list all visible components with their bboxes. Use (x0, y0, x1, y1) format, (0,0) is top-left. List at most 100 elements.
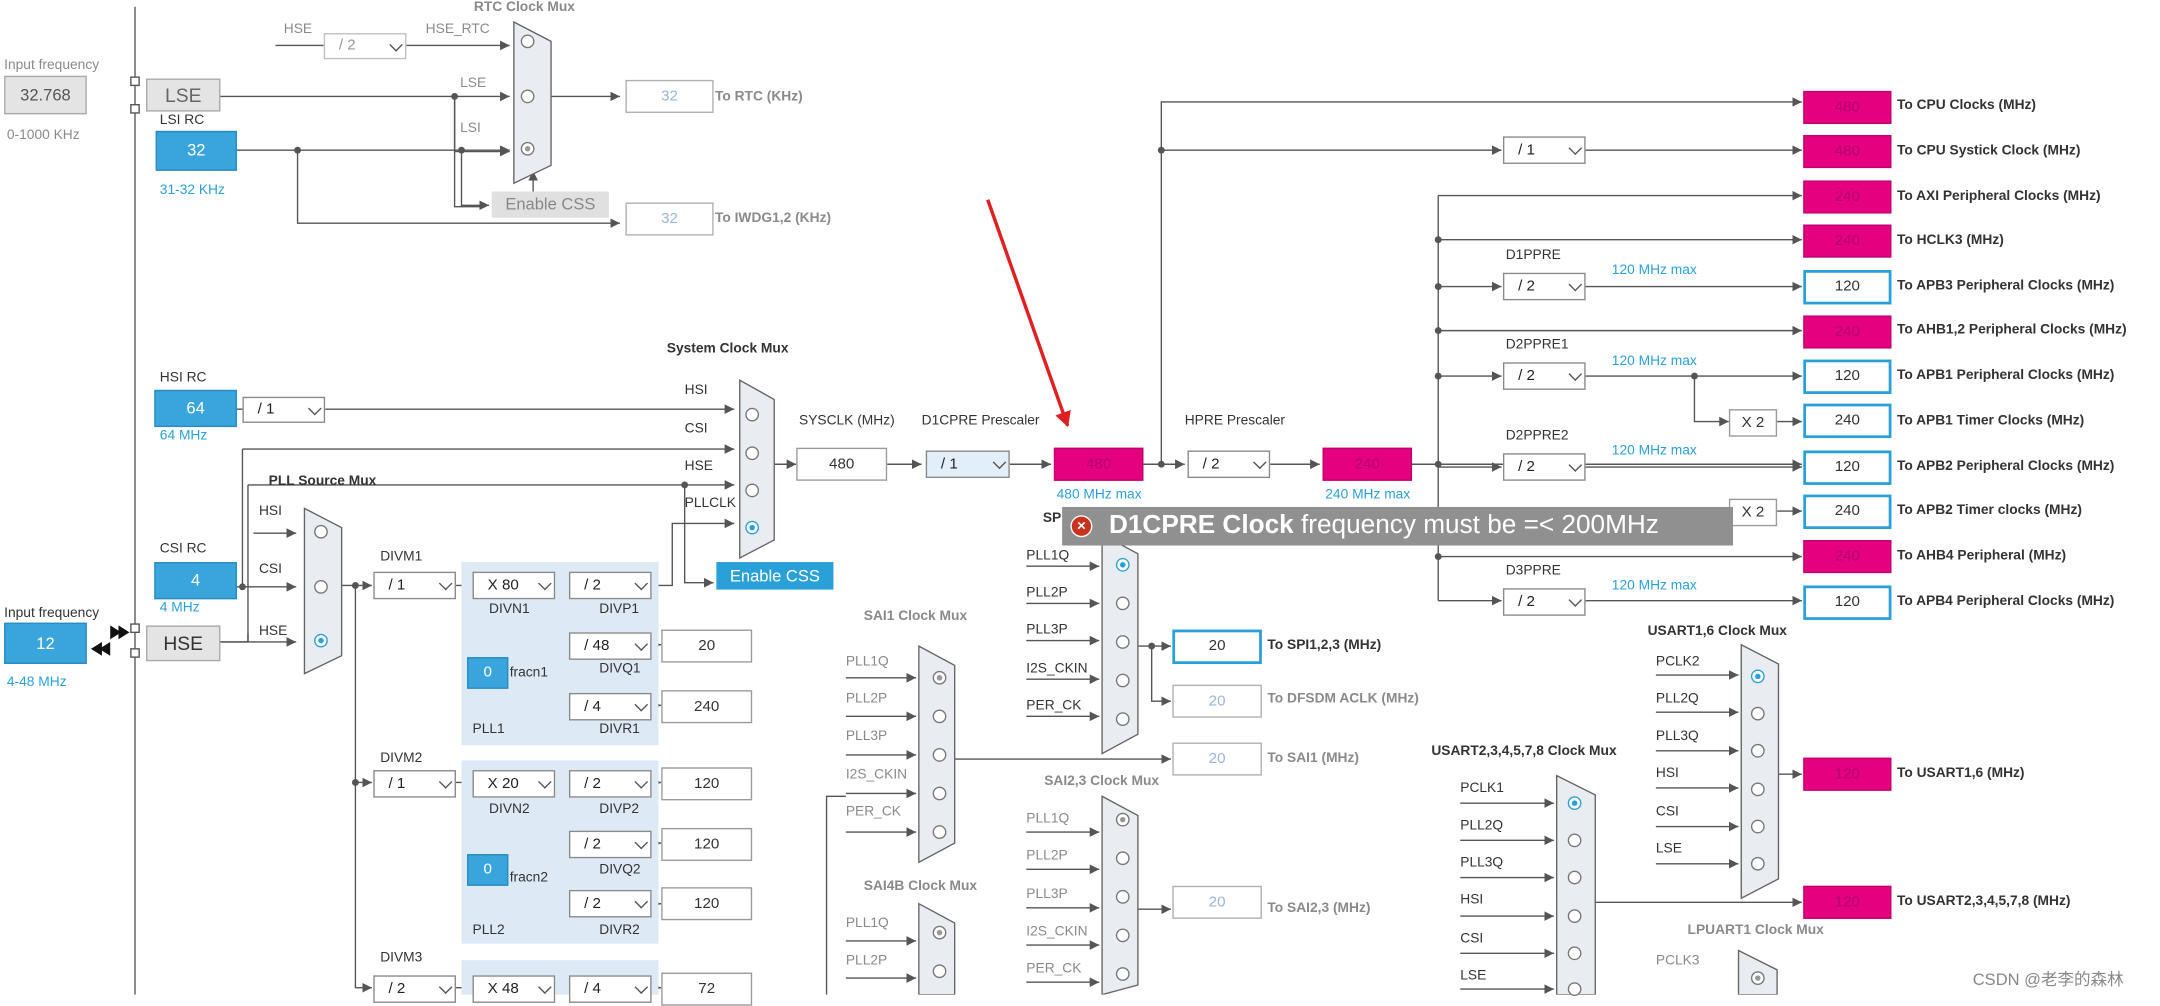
systick-clock-label: To CPU Systick Clock (MHz) (1896, 143, 2081, 159)
divm1-select[interactable]: / 1 (373, 571, 456, 600)
chevron-down-icon (438, 775, 453, 789)
spi-mux-radio-pll3p[interactable] (1115, 635, 1130, 649)
chevron-down-icon (634, 980, 649, 995)
rtc-lse-label: LSE (460, 75, 487, 91)
rtc-output-label: To RTC (KHz) (714, 89, 803, 105)
divn3-select[interactable]: X 48 (472, 975, 556, 1003)
apb1-clock-value: 120 (1803, 359, 1892, 394)
hpre-clock-value-error: 240 (1322, 447, 1413, 481)
d1ppre-select[interactable]: / 2 (1502, 272, 1586, 301)
chevron-down-icon (1568, 593, 1583, 607)
hse-rtc-divider-select[interactable]: / 2 (323, 33, 407, 60)
error-icon: × (1070, 515, 1093, 538)
lpuart-mux-radio-pclk3[interactable] (1750, 971, 1765, 985)
rtc-enable-css-button[interactable]: Enable CSS (491, 191, 609, 218)
divm3-select[interactable]: / 2 (373, 975, 456, 1003)
pll-src-hsi-label: HSI (258, 504, 282, 520)
sai1-mux-radio-per-ck[interactable] (932, 825, 947, 839)
usart16-mux-radio-csi[interactable] (1750, 819, 1765, 834)
divm2-select[interactable]: / 1 (373, 770, 456, 798)
usart16-mux-radio-lse[interactable] (1750, 856, 1765, 871)
divp3-value: / 4 (584, 980, 601, 998)
rtc-mux-radio-lse[interactable] (520, 89, 535, 104)
sai4b-mux-radio-pll1q[interactable] (932, 925, 947, 940)
usart2-mux-radio-pll3q[interactable] (1567, 870, 1582, 885)
sys-mux-radio-csi[interactable] (745, 446, 760, 461)
usart2-mux-radio-csi[interactable] (1567, 946, 1582, 961)
divp1-select[interactable]: / 2 (568, 571, 652, 600)
d2ppre2-select[interactable]: / 2 (1502, 453, 1586, 481)
sai4b-mux-radio-pll2p[interactable] (932, 964, 947, 979)
d3ppre-select[interactable]: / 2 (1502, 588, 1586, 616)
d1cpre-clock-value-error: 480 (1053, 447, 1144, 481)
spi-mux-radio-per-ck[interactable] (1115, 712, 1130, 726)
sai23-mux-radio-pll1q[interactable] (1115, 812, 1130, 827)
rtc-lsi-label: LSI (460, 121, 481, 137)
pll-source-radio-hse[interactable] (314, 633, 328, 648)
sys-mux-pllclk-label: PLLCLK (684, 495, 736, 512)
usart2-mux-radio-pll2q[interactable] (1567, 833, 1582, 848)
fracn1-label: fracn1 (509, 665, 549, 681)
divr1-select[interactable]: / 4 (568, 692, 652, 721)
apb2-clock-value: 120 (1803, 450, 1892, 485)
sai1-mux-radio-pll2p[interactable] (932, 709, 947, 724)
fracn2-field[interactable]: 0 (467, 854, 509, 886)
apb2-timer-multiplier: X 2 (1728, 498, 1778, 527)
divq2-select[interactable]: / 2 (568, 830, 652, 859)
dfsdm-clock-value: 20 (1172, 684, 1262, 718)
d2ppre1-select[interactable]: / 2 (1502, 362, 1586, 390)
usart16-input-lse: LSE (1655, 841, 1682, 857)
pll-source-radio-hsi[interactable] (314, 524, 328, 539)
sai23-mux-radio-per-ck[interactable] (1115, 967, 1130, 981)
sai4b-input-pll2p: PLL2P (845, 953, 888, 969)
sys-mux-radio-hsi[interactable] (745, 407, 760, 422)
divp2-select[interactable]: / 2 (568, 770, 652, 798)
usart16-mux-radio-pll2q[interactable] (1750, 706, 1765, 721)
hpre-prescaler-select[interactable]: / 2 (1187, 450, 1271, 479)
pll-source-radio-csi[interactable] (314, 579, 328, 594)
divm1-label: DIVM1 (380, 549, 423, 565)
spi-mux-radio-pll2p[interactable] (1115, 596, 1130, 611)
usart2-input-csi: CSI (1460, 931, 1484, 947)
sai23-mux-radio-pll3p[interactable] (1115, 889, 1130, 904)
usart16-mux-radio-hsi[interactable] (1750, 782, 1765, 797)
csi-rc-title: CSI RC (159, 541, 207, 557)
usart16-mux-radio-pll3q[interactable] (1750, 743, 1765, 758)
sai23-mux-radio-pll2p[interactable] (1115, 851, 1130, 866)
lse-input-frequency-field[interactable]: 32.768 (4, 75, 87, 115)
hpre-prescaler-label: HPRE Prescaler (1184, 413, 1286, 429)
apb1-max-label: 120 MHz max (1611, 354, 1697, 370)
sys-mux-radio-pllclk[interactable] (745, 520, 760, 535)
divn2-select[interactable]: X 20 (472, 770, 556, 798)
spi-mux-radio-i2s-ckin[interactable] (1115, 673, 1130, 688)
divr2-select[interactable]: / 2 (568, 889, 652, 918)
sys-mux-hse-label: HSE (684, 458, 713, 474)
usart2-mux-radio-hsi[interactable] (1567, 909, 1582, 923)
usart16-mux-radio-pclk2[interactable] (1750, 669, 1765, 684)
sai1-mux-radio-pll1q[interactable] (932, 670, 947, 685)
spi-mux-radio-pll1q[interactable] (1115, 557, 1130, 572)
usart2-mux-radio-pclk1[interactable] (1567, 796, 1582, 811)
sai1-mux-radio-pll3p[interactable] (932, 748, 947, 762)
divq1-select[interactable]: / 48 (568, 632, 652, 660)
hse-input-frequency-field[interactable]: 12 (4, 622, 87, 665)
divp3-select[interactable]: / 4 (568, 975, 652, 1003)
apb1-timer-clock-value: 240 (1803, 403, 1892, 439)
spi-input-i2s-ckin: I2S_CKIN (1026, 661, 1088, 677)
rtc-mux-radio-hse[interactable] (520, 34, 535, 49)
hsi-divider-select[interactable]: / 1 (242, 396, 326, 423)
divn1-select[interactable]: X 80 (472, 571, 556, 600)
lse-oscillator-box[interactable]: LSE (146, 78, 221, 112)
sai23-input-pll1q: PLL1Q (1026, 811, 1070, 827)
hse-oscillator-box[interactable]: HSE (146, 625, 221, 662)
d1cpre-prescaler-select[interactable]: / 1 (925, 450, 1010, 479)
sys-enable-css-button[interactable]: Enable CSS (716, 562, 834, 590)
fracn1-field[interactable]: 0 (467, 657, 509, 689)
rtc-mux-radio-lsi[interactable] (520, 141, 535, 156)
systick-divider-select[interactable]: / 1 (1502, 136, 1586, 164)
sys-mux-radio-hse[interactable] (745, 483, 760, 498)
tooltip-message: frequency must be =< 200MHz (1293, 511, 1659, 541)
usart2-input-pclk1: PCLK1 (1460, 781, 1504, 797)
sai1-mux-radio-i2s-ckin[interactable] (932, 786, 947, 801)
sai23-mux-radio-i2s-ckin[interactable] (1115, 928, 1130, 943)
